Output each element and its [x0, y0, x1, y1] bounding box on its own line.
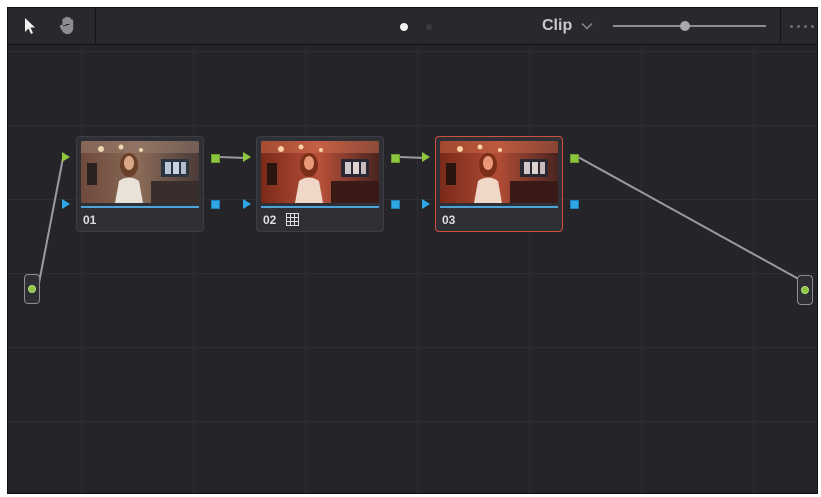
output-node[interactable]	[797, 275, 813, 305]
node-03-key-bar	[440, 206, 558, 208]
node-editor-toolbar: Clip	[8, 8, 817, 45]
node-02-thumbnail	[261, 141, 379, 203]
connection-source-to-01	[37, 157, 64, 289]
output-input-port[interactable]	[801, 286, 809, 294]
node-connections	[37, 156, 805, 289]
source-output-port[interactable]	[28, 285, 36, 293]
node-02-key-output-port[interactable]	[391, 200, 400, 209]
grid-icon	[286, 213, 299, 226]
page-dot-active[interactable]	[400, 23, 408, 31]
node-label: 01	[83, 213, 97, 227]
node-02-key-input-port[interactable]	[243, 199, 251, 209]
corrector-node-03[interactable]: 03	[435, 136, 563, 232]
toolbar-divider	[780, 8, 781, 44]
node-03-key-input-port[interactable]	[422, 199, 430, 209]
connection-01-to-02	[218, 156, 247, 159]
toolbar-divider	[95, 8, 96, 44]
node-01-key-output-port[interactable]	[211, 200, 220, 209]
node-01-rgb-input-port[interactable]	[62, 152, 70, 162]
source-input-node[interactable]	[24, 274, 40, 304]
node-01-key-bar	[81, 206, 199, 208]
arrow-pointer-icon[interactable]	[18, 14, 42, 38]
node-01-key-input-port[interactable]	[62, 199, 70, 209]
node-03-rgb-output-port[interactable]	[570, 154, 579, 163]
more-options-icon[interactable]	[790, 22, 814, 30]
mode-dropdown-label[interactable]: Clip	[542, 17, 572, 35]
node-03-rgb-input-port[interactable]	[422, 152, 430, 162]
node-03-thumbnail	[440, 141, 558, 203]
corrector-node-02[interactable]: 02	[256, 136, 384, 232]
node-graph-canvas[interactable]: 01 02 03	[8, 45, 817, 493]
node-label: 02	[263, 213, 277, 227]
node-03-key-output-port[interactable]	[570, 200, 579, 209]
node-02-rgb-input-port[interactable]	[243, 152, 251, 162]
connection-03-to-output	[577, 156, 805, 283]
node-02-key-bar	[261, 206, 379, 208]
hand-pan-icon[interactable]	[56, 14, 80, 38]
node-editor-panel: Clip 01 02 03	[7, 7, 818, 494]
node-02-rgb-output-port[interactable]	[391, 154, 400, 163]
page-dot-inactive[interactable]	[426, 24, 432, 30]
node-label: 03	[442, 213, 456, 227]
zoom-slider-thumb[interactable]	[679, 21, 690, 31]
chevron-down-icon[interactable]	[581, 21, 593, 31]
node-01-thumbnail	[81, 141, 199, 203]
corrector-node-01[interactable]: 01	[76, 136, 204, 232]
node-01-rgb-output-port[interactable]	[211, 154, 220, 163]
